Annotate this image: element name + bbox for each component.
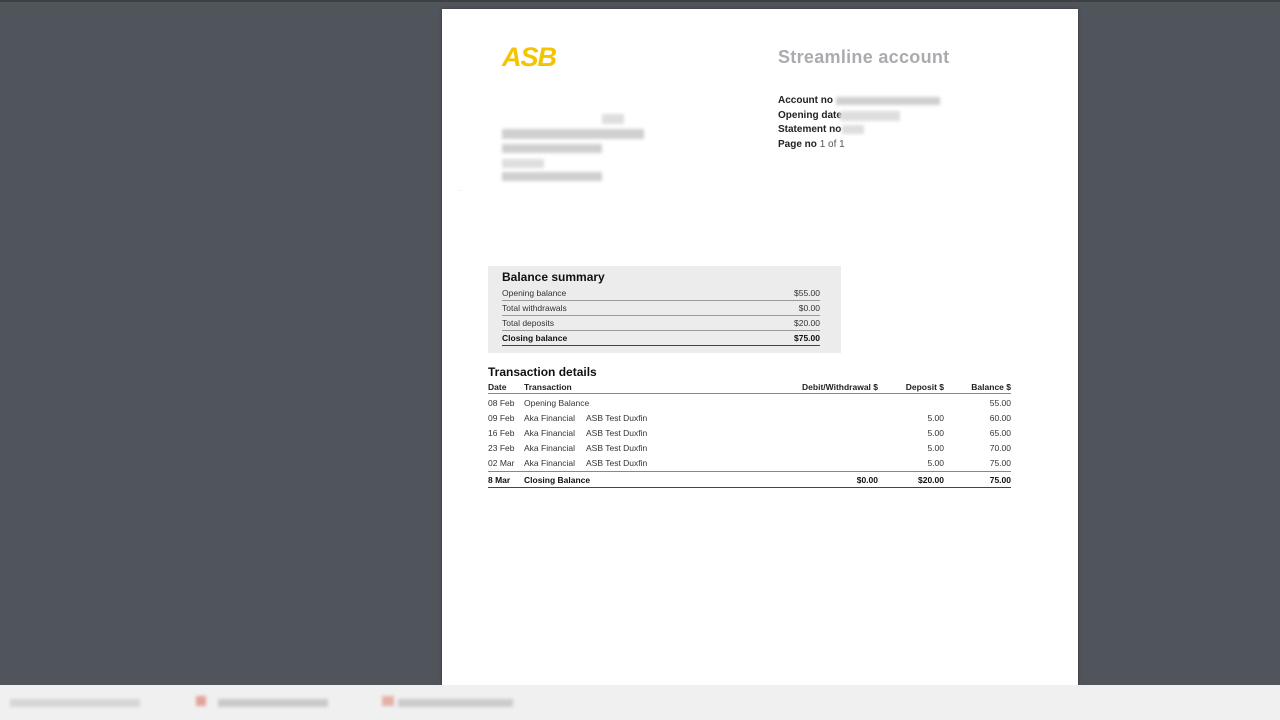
redacted-taskbar-icon[interactable] — [196, 696, 206, 706]
summary-label: Opening balance — [502, 288, 567, 298]
document-title: Streamline account — [778, 47, 950, 67]
row-balance: 55.00 — [989, 398, 1011, 408]
summary-row-opening: Opening balance $55.00 — [502, 286, 820, 301]
row-date: 16 Feb — [488, 428, 515, 438]
closing-date: 8 Mar — [488, 475, 511, 485]
statement-page: ASB Streamline account Account no Openin… — [442, 9, 1078, 685]
page-no-label: Page no — [778, 138, 817, 150]
row-deposit: 5.00 — [927, 413, 944, 423]
table-row: 16 Feb Aka Financial ASB Test Duxfin 5.0… — [488, 427, 1011, 442]
asb-logo: ASB — [502, 42, 557, 72]
col-balance: Balance $ — [971, 382, 1011, 392]
table-row: 08 Feb Opening Balance 55.00 — [488, 397, 1011, 412]
row-transaction: Aka Financial — [524, 443, 576, 453]
row-date: 23 Feb — [488, 443, 515, 453]
row-transaction: Aka Financial — [524, 413, 576, 423]
summary-row-deposits: Total deposits $20.00 — [502, 316, 820, 331]
opening-date-label: Opening date — [778, 109, 842, 121]
row-balance: 75.00 — [989, 458, 1011, 468]
bottom-taskbar — [0, 685, 1280, 720]
row-transaction-detail: ASB Test Duxfin — [586, 428, 648, 438]
row-deposit: 5.00 — [927, 458, 944, 468]
closing-deposit: $20.00 — [918, 475, 944, 485]
row-date: 09 Feb — [488, 413, 515, 423]
redacted-taskbar-item[interactable] — [398, 699, 513, 707]
summary-value: $55.00 — [794, 288, 820, 298]
row-balance: 65.00 — [989, 428, 1011, 438]
page-no-row: Page no 1 of 1 — [778, 138, 845, 153]
row-date: 08 Feb — [488, 398, 515, 408]
summary-row-closing: Closing balance $75.00 — [502, 331, 820, 346]
col-deposit: Deposit $ — [905, 382, 944, 392]
row-balance: 70.00 — [989, 443, 1011, 453]
row-balance: 60.00 — [989, 413, 1011, 423]
summary-label: Total deposits — [502, 318, 554, 328]
table-row-closing: 8 Mar Closing Balance $0.00 $20.00 75.00 — [488, 471, 1011, 488]
redacted-account-no — [836, 97, 940, 105]
col-debit: Debit/Withdrawal $ — [802, 382, 878, 392]
row-transaction-detail: ASB Test Duxfin — [586, 458, 648, 468]
statement-no-label: Statement no — [778, 124, 842, 135]
table-row: 02 Mar Aka Financial ASB Test Duxfin 5.0… — [488, 457, 1011, 472]
col-transaction: Transaction — [524, 382, 572, 392]
row-transaction: Aka Financial — [524, 458, 576, 468]
col-date: Date — [488, 382, 507, 392]
balance-summary: Balance summary Opening balance $55.00 T… — [488, 266, 841, 353]
redacted-opening-date — [840, 110, 900, 121]
table-row: 23 Feb Aka Financial ASB Test Duxfin 5.0… — [488, 442, 1011, 457]
redacted-taskbar-icon[interactable] — [382, 696, 394, 706]
account-no-row: Account no — [778, 94, 940, 109]
statement-no-row: Statement no — [778, 123, 864, 138]
row-transaction-detail: ASB Test Duxfin — [586, 443, 648, 453]
top-strip — [0, 0, 1280, 2]
row-transaction: Opening Balance — [524, 398, 590, 408]
closing-debit: $0.00 — [856, 475, 878, 485]
closing-label: Closing Balance — [524, 475, 591, 485]
redacted-statement-no — [842, 125, 864, 134]
row-transaction: Aka Financial — [524, 428, 576, 438]
account-no-label: Account no — [778, 95, 833, 106]
opening-date-row: Opening date — [778, 109, 900, 124]
page-no-value: 1 of 1 — [819, 138, 845, 150]
row-transaction-detail: ASB Test Duxfin — [586, 413, 648, 423]
summary-value: $0.00 — [798, 303, 820, 313]
row-date: 02 Mar — [488, 458, 515, 468]
redacted-taskbar-item[interactable] — [218, 699, 328, 707]
table-row: 09 Feb Aka Financial ASB Test Duxfin 5.0… — [488, 412, 1011, 427]
redacted-line — [502, 144, 602, 153]
row-deposit: 5.00 — [927, 428, 944, 438]
redacted-line — [602, 114, 624, 124]
balance-summary-title: Balance summary — [502, 270, 605, 284]
row-deposit: 5.00 — [927, 443, 944, 453]
redacted-line — [502, 159, 544, 168]
closing-balance: 75.00 — [989, 475, 1011, 485]
summary-row-withdrawals: Total withdrawals $0.00 — [502, 301, 820, 316]
margin-mark: · — [459, 188, 461, 194]
redacted-taskbar-item[interactable] — [10, 699, 140, 707]
account-meta: Account no Opening date Statement no Pag… — [778, 94, 940, 153]
summary-label: Closing balance — [502, 333, 568, 343]
summary-value: $20.00 — [794, 318, 820, 328]
transaction-details-title: Transaction details — [488, 365, 597, 379]
summary-value: $75.00 — [794, 333, 820, 343]
redacted-line — [502, 129, 644, 139]
transaction-table-header: Date Transaction Debit/Withdrawal $ Depo… — [488, 381, 1011, 394]
summary-label: Total withdrawals — [502, 303, 567, 313]
redacted-line — [502, 172, 602, 181]
